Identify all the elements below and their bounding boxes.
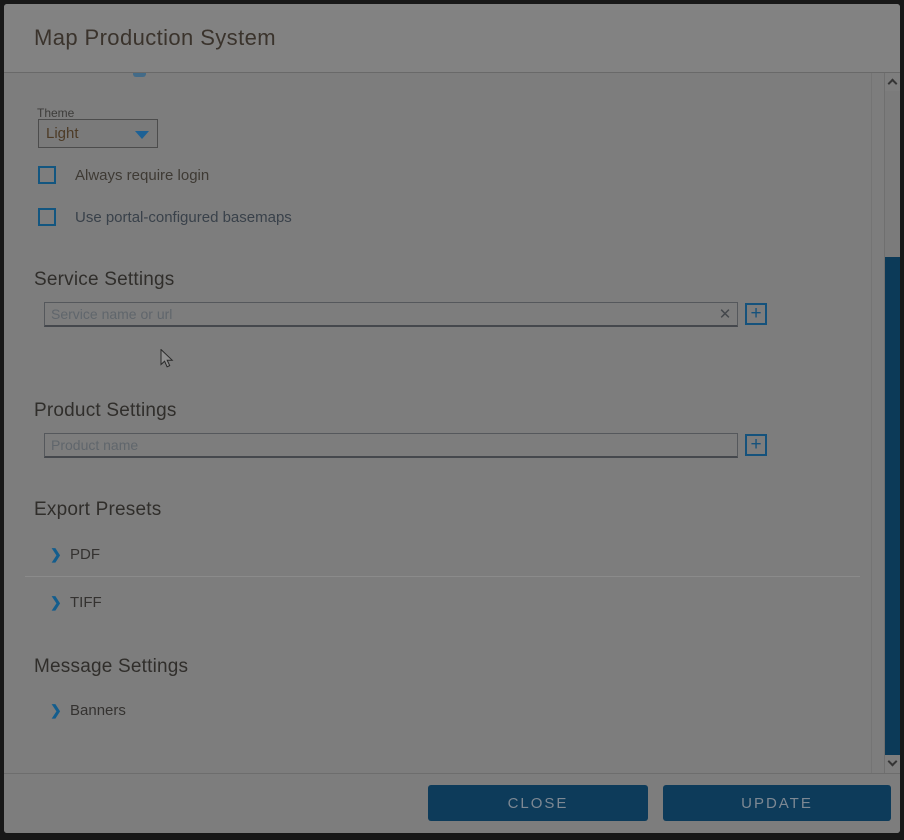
chevron-right-icon: ❯ xyxy=(50,594,62,611)
theme-label: Theme xyxy=(37,106,74,120)
expander-label: TIFF xyxy=(70,594,102,611)
clear-icon[interactable]: ✕ xyxy=(715,305,735,325)
map-production-system-dialog: Map Production System Theme Light Always… xyxy=(4,4,900,833)
screen: Map Production System Theme Light Always… xyxy=(0,0,904,840)
chevron-right-icon: ❯ xyxy=(50,546,62,563)
row-divider xyxy=(25,576,860,577)
theme-select-value: Light xyxy=(46,125,79,142)
scroll-up-button[interactable] xyxy=(885,73,900,91)
chevron-up-icon xyxy=(888,79,898,89)
checkbox-label: Always require login xyxy=(75,167,209,184)
update-button[interactable]: UPDATE xyxy=(663,785,891,821)
scroll-down-button[interactable] xyxy=(885,755,900,773)
vertical-scrollbar[interactable] xyxy=(884,73,900,773)
add-product-button[interactable]: + xyxy=(745,434,767,456)
mouse-cursor xyxy=(160,349,174,369)
caret-down-icon xyxy=(135,131,149,139)
always-require-login-checkbox[interactable] xyxy=(38,166,56,184)
product-settings-heading: Product Settings xyxy=(34,400,177,422)
dialog-footer: CLOSE UPDATE xyxy=(4,773,900,833)
service-settings-heading: Service Settings xyxy=(34,269,175,291)
content-edge-line xyxy=(871,73,872,773)
close-button[interactable]: CLOSE xyxy=(428,785,648,821)
theme-select[interactable]: Light xyxy=(38,119,158,148)
product-name-input[interactable] xyxy=(44,433,738,458)
expander-label: Banners xyxy=(70,702,126,719)
settings-scroll-area[interactable]: Theme Light Always require login Use por… xyxy=(4,73,900,773)
add-service-button[interactable]: + xyxy=(745,303,767,325)
use-portal-basemaps-checkbox[interactable] xyxy=(38,208,56,226)
service-name-input[interactable] xyxy=(44,302,738,327)
page-title: Map Production System xyxy=(34,25,276,51)
export-presets-heading: Export Presets xyxy=(34,499,161,521)
chevron-down-icon xyxy=(888,757,898,767)
chevron-right-icon: ❯ xyxy=(50,702,62,719)
expander-label: PDF xyxy=(70,546,100,563)
scrollbar-thumb[interactable] xyxy=(885,257,900,755)
dialog-header: Map Production System xyxy=(4,4,900,72)
message-settings-heading: Message Settings xyxy=(34,656,188,678)
checkbox-label: Use portal-configured basemaps xyxy=(75,209,292,226)
clipped-scrolled-control xyxy=(133,73,146,77)
